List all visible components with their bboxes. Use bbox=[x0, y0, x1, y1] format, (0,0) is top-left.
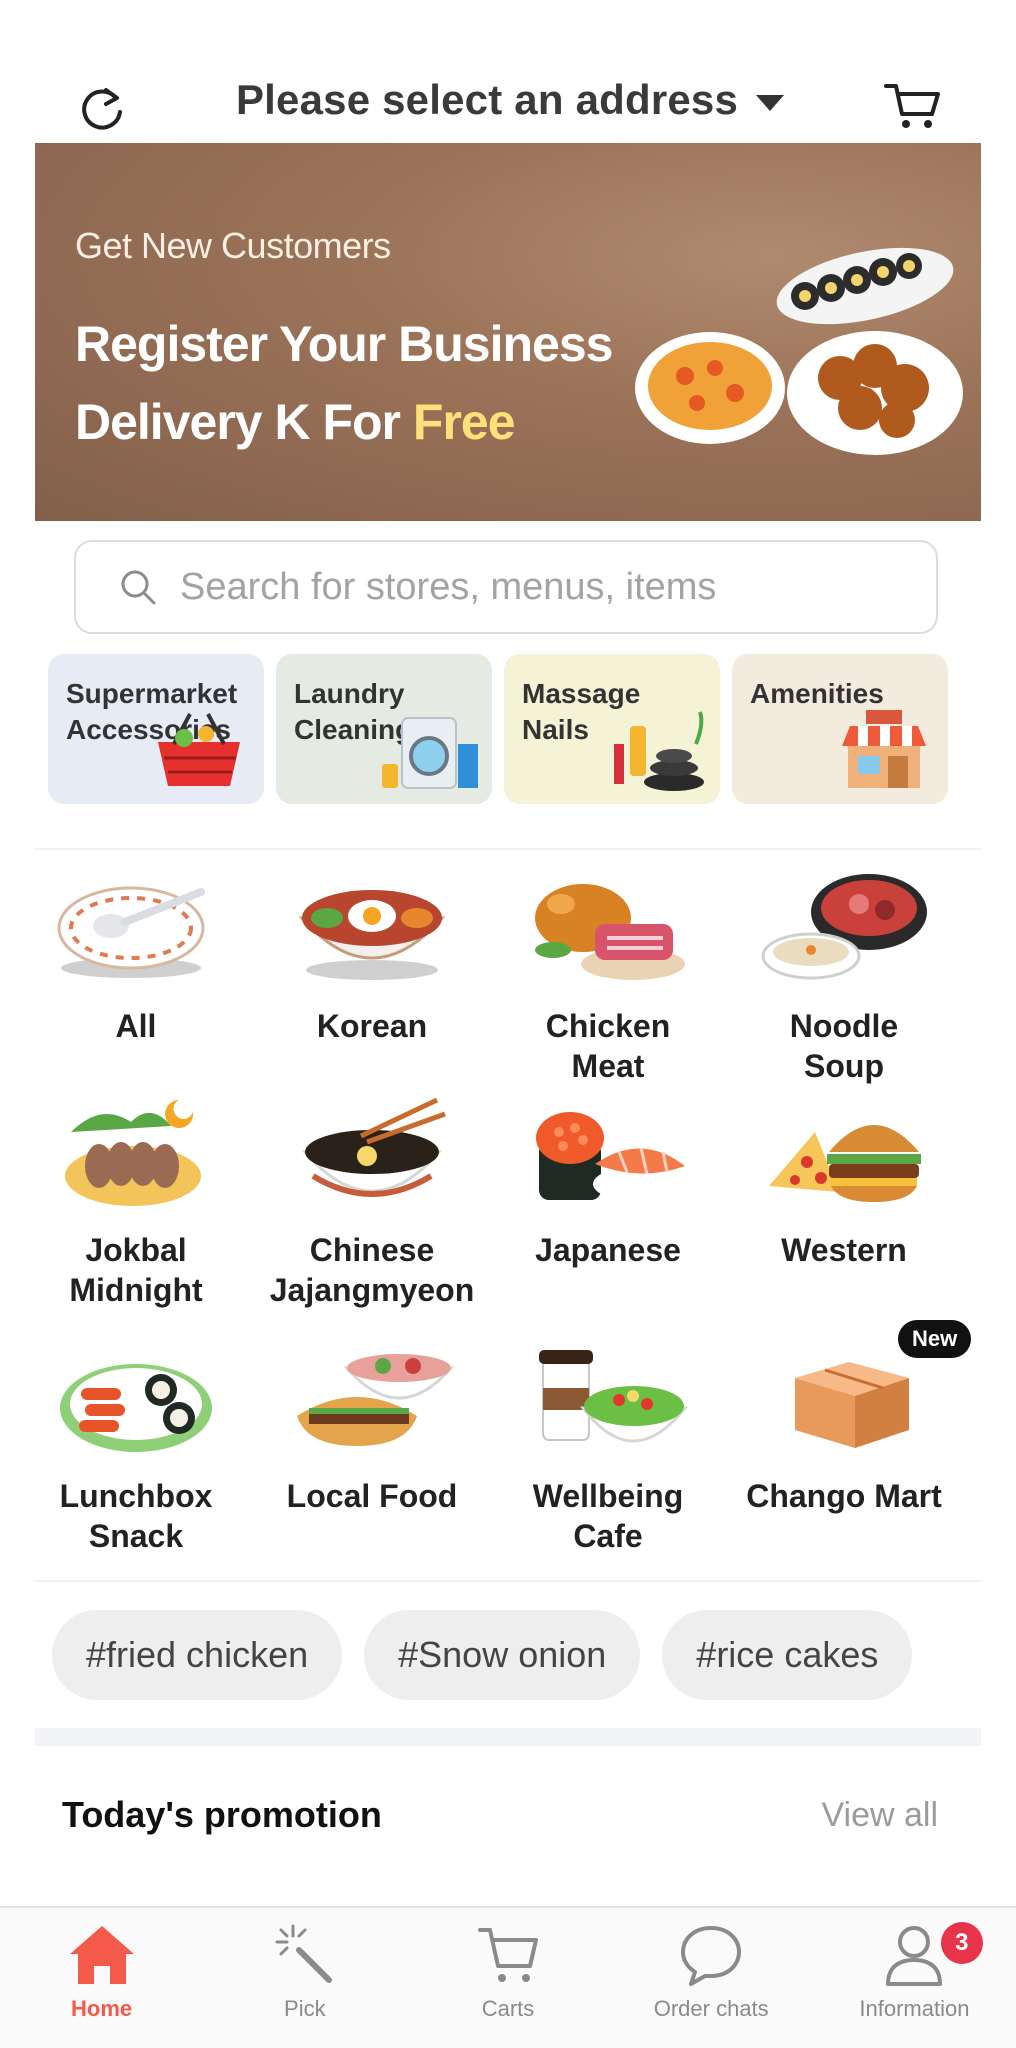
nav-order-chats[interactable]: Order chats bbox=[610, 1908, 813, 2048]
search-bar[interactable] bbox=[74, 540, 938, 634]
top-bar: Please select an address bbox=[0, 0, 1016, 142]
category-chinese[interactable]: Chinese Jajangmyeon bbox=[254, 1092, 490, 1310]
category-label: Wellbeing Cafe bbox=[532, 1478, 684, 1554]
category-wellbeing-cafe[interactable]: Wellbeing Cafe bbox=[490, 1338, 726, 1556]
chat-icon bbox=[681, 1926, 742, 1986]
nav-label: Home bbox=[71, 1996, 133, 2021]
banner-subtitle: Get New Customers bbox=[75, 225, 391, 266]
address-label: Please select an address bbox=[235, 76, 739, 123]
new-badge: New bbox=[898, 1320, 972, 1358]
refresh-icon[interactable] bbox=[76, 82, 128, 134]
category-western[interactable]: Western bbox=[726, 1092, 962, 1270]
user-icon bbox=[886, 1926, 943, 1986]
category-jokbal[interactable]: Jokbal Midnight bbox=[18, 1092, 254, 1310]
nav-pick[interactable]: Pick bbox=[203, 1908, 406, 2048]
category-japanese[interactable]: Japanese bbox=[490, 1092, 726, 1270]
noodle-bowl-icon bbox=[301, 1097, 446, 1197]
category-label: Noodle Soup bbox=[789, 1008, 899, 1084]
category-local-food[interactable]: Local Food bbox=[254, 1338, 490, 1516]
category-noodle-soup[interactable]: Noodle Soup bbox=[726, 868, 962, 1086]
search-input[interactable] bbox=[180, 565, 900, 609]
coffee-salad-icon bbox=[539, 1350, 689, 1443]
view-all-link[interactable]: View all bbox=[821, 1796, 938, 1835]
cart-icon bbox=[478, 1928, 538, 1982]
nav-label: Order chats bbox=[653, 1996, 769, 2021]
search-icon bbox=[121, 570, 156, 605]
notification-badge: 3 bbox=[940, 1922, 983, 1964]
nav-information[interactable]: 3 Information bbox=[813, 1908, 1016, 2048]
service-tile-amenities[interactable]: Amenities bbox=[732, 654, 948, 804]
banner-title-prefix: Delivery K For bbox=[75, 394, 413, 450]
category-label: Chango Mart bbox=[746, 1478, 942, 1514]
boxes-icon bbox=[795, 1362, 909, 1448]
category-label: Western bbox=[781, 1232, 907, 1268]
service-tile-supermarket[interactable]: Supermarket Accessories bbox=[48, 654, 264, 804]
banh-mi-icon bbox=[297, 1354, 455, 1446]
section-separator bbox=[35, 1728, 981, 1746]
washing-machine-icon bbox=[382, 717, 478, 789]
promo-banner[interactable]: Get New Customers Register Your Business… bbox=[35, 143, 981, 521]
category-label: Local Food bbox=[286, 1478, 458, 1514]
shopping-basket-icon bbox=[158, 713, 240, 786]
hashtag-chip[interactable]: #rice cakes bbox=[662, 1610, 913, 1700]
service-tile-laundry[interactable]: Laundry Cleaning bbox=[276, 654, 492, 804]
hashtag-chip[interactable]: #fried chicken bbox=[52, 1610, 343, 1700]
bibimbap-icon bbox=[298, 890, 446, 980]
divider bbox=[35, 848, 981, 850]
category-lunchbox[interactable]: Lunchbox Snack bbox=[18, 1338, 254, 1556]
nav-label: Information bbox=[859, 1996, 970, 2021]
nav-home[interactable]: Home bbox=[0, 1908, 203, 2048]
caret-down-icon bbox=[756, 95, 785, 111]
category-label: Japanese bbox=[535, 1232, 681, 1268]
burger-pizza-icon bbox=[769, 1125, 921, 1202]
category-label: Chinese Jajangmyeon bbox=[269, 1232, 475, 1308]
nav-carts[interactable]: Carts bbox=[406, 1908, 609, 2048]
home-icon bbox=[69, 1926, 134, 1984]
hotpot-icon bbox=[761, 874, 927, 980]
banner-title-line2: Delivery K For Free bbox=[75, 383, 612, 461]
tteokbokki-icon bbox=[60, 1364, 212, 1452]
banner-title-line1: Register Your Business bbox=[75, 316, 613, 372]
nav-label: Pick bbox=[284, 1996, 326, 2021]
hashtag-list: #fried chicken #Snow onion #rice cakes bbox=[52, 1610, 913, 1700]
category-label: Chicken Meat bbox=[545, 1008, 671, 1084]
banner-title-highlight: Free bbox=[412, 394, 516, 450]
bottom-navigation: Home Pick Carts Order chats 3 Informatio… bbox=[0, 1906, 1016, 2048]
category-label: Lunchbox Snack bbox=[59, 1478, 213, 1554]
sushi-icon bbox=[536, 1112, 689, 1202]
category-label: Korean bbox=[316, 1008, 428, 1044]
service-tile-massage[interactable]: Massage Nails bbox=[504, 654, 720, 804]
hashtag-chip[interactable]: #Snow onion bbox=[364, 1610, 641, 1700]
store-icon bbox=[842, 710, 926, 788]
plate-spoon-icon bbox=[57, 886, 205, 978]
category-chicken-meat[interactable]: Chicken Meat bbox=[490, 868, 726, 1086]
banner-title: Register Your Business Delivery K For Fr… bbox=[75, 305, 613, 461]
jokbal-icon bbox=[65, 1100, 201, 1206]
category-label: All bbox=[115, 1008, 157, 1044]
food-platter-icon bbox=[635, 247, 963, 455]
roast-chicken-icon bbox=[535, 884, 685, 980]
address-selector[interactable]: Please select an address bbox=[190, 70, 830, 130]
category-all[interactable]: All bbox=[18, 868, 254, 1046]
category-label: Jokbal Midnight bbox=[69, 1232, 203, 1308]
cart-icon[interactable] bbox=[884, 80, 942, 132]
section-title: Today's promotion bbox=[62, 1794, 382, 1835]
magic-wand-icon bbox=[275, 1924, 332, 1983]
category-chango-mart[interactable]: New Chango Mart bbox=[726, 1320, 972, 1516]
divider bbox=[35, 1580, 981, 1582]
nav-label: Carts bbox=[481, 1996, 535, 2021]
cosmetics-icon bbox=[614, 711, 704, 791]
category-korean[interactable]: Korean bbox=[254, 868, 490, 1046]
